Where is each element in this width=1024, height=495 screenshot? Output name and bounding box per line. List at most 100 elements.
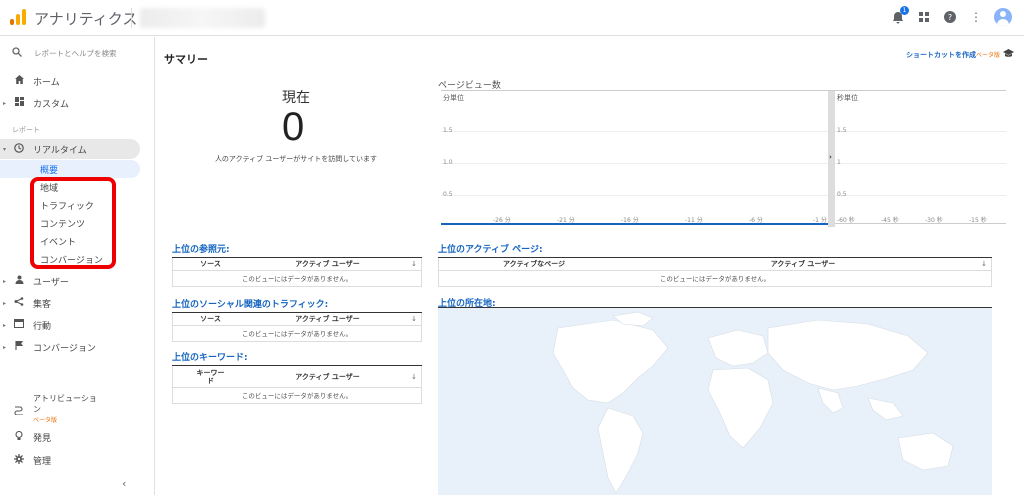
sidebar-item-label: 集客 xyxy=(33,299,52,310)
collapse-sidebar-icon[interactable]: ‹ xyxy=(122,477,126,490)
title-divider xyxy=(131,8,132,28)
now-label: 現在 xyxy=(282,90,310,106)
per-minute-chart: 分単位 1.5 1.0 0.5 -26 分 -21 分 -16 分 -11 分 … xyxy=(441,91,828,227)
expand-caret-icon: ▸ xyxy=(3,343,7,351)
empty-message: このビューにはデータがありません。 xyxy=(438,271,992,287)
sidebar: レポートとヘルプを検索 ホーム ▸ カスタム レポート ▾ リアルタイム 概要 … xyxy=(0,37,155,495)
sidebar-item-behavior[interactable]: ▸ 行動 xyxy=(0,315,155,335)
main-content: サマリー ショートカットを作成ベータ版 現在 0 人のアクティブ ユーザーがサイ… xyxy=(156,37,1024,495)
sidebar-item-label: カスタム xyxy=(33,99,70,110)
empty-message: このビューにはデータがありません。 xyxy=(172,271,422,287)
sort-arrow-icon[interactable]: ↓ xyxy=(407,260,421,268)
sidebar-item-audience[interactable]: ▸ ユーザー xyxy=(0,271,155,291)
table-title: 上位のアクティブ ページ: xyxy=(438,242,992,258)
column-header-keyword[interactable]: キーワー ド xyxy=(173,369,248,385)
column-header-source[interactable]: ソース xyxy=(173,259,248,269)
series-line xyxy=(441,223,828,225)
page-title: サマリー xyxy=(164,53,208,66)
expand-caret-icon: ▸ xyxy=(3,277,7,285)
sidebar-search[interactable]: レポートとヘルプを検索 xyxy=(0,41,155,65)
per-minute-label: 分単位 xyxy=(443,94,464,102)
sidebar-item-label: ホーム xyxy=(33,77,60,88)
sidebar-subitem-overview[interactable]: 概要 xyxy=(0,160,140,178)
top-active-pages-table: 上位のアクティブ ページ: アクティブなページ アクティブ ユーザー ↓ このビ… xyxy=(438,242,992,287)
person-icon xyxy=(13,275,25,287)
per-second-label: 秒単位 xyxy=(837,94,858,102)
create-shortcut-label: ショートカットを作成 xyxy=(905,51,976,59)
analytics-logo-icon[interactable] xyxy=(10,9,26,25)
y-tick-label: 1.5 xyxy=(837,127,847,134)
empty-message: このビューにはデータがありません。 xyxy=(172,326,422,342)
sort-arrow-icon[interactable]: ↓ xyxy=(977,260,991,268)
home-icon xyxy=(13,75,25,87)
sidebar-item-label: ユーザー xyxy=(33,277,69,288)
y-tick-label: 0.5 xyxy=(837,191,847,198)
create-shortcut-link[interactable]: ショートカットを作成ベータ版 xyxy=(906,50,1000,60)
top-social-table: 上位のソーシャル関連のトラフィック: ソース アクティブ ユーザー ↓ このビュ… xyxy=(172,297,422,342)
per-second-chart: 秒単位 1.5 1 0.5 -60 秒 -45 秒 -30 秒 -15 秒 xyxy=(835,91,1006,227)
top-keywords-table: 上位のキーワード: キーワー ド アクティブ ユーザー ↓ このビューにはデータ… xyxy=(172,350,422,404)
apps-grid-icon[interactable] xyxy=(916,9,932,25)
table-title: 上位の参照元: xyxy=(172,242,422,258)
search-icon xyxy=(12,46,24,60)
sidebar-item-label: アトリビューショ xyxy=(33,394,97,403)
clock-icon xyxy=(13,142,25,156)
sidebar-item-label: 管理 xyxy=(33,456,52,467)
svg-text:?: ? xyxy=(948,13,952,22)
y-tick-label: 1.5 xyxy=(443,127,453,134)
sidebar-item-label: コンバージョン xyxy=(33,343,96,354)
section-label-reports: レポート xyxy=(12,126,40,134)
sidebar-item-label: 行動 xyxy=(33,321,52,332)
dashboard-grid-icon xyxy=(13,97,25,109)
y-tick-label: 0.5 xyxy=(443,191,453,198)
pageviews-chart: 分単位 1.5 1.0 0.5 -26 分 -21 分 -16 分 -11 分 … xyxy=(441,90,1006,227)
sidebar-item-label: リアルタイム xyxy=(33,145,87,156)
active-users-description: 人のアクティブ ユーザーがサイトを訪問しています xyxy=(214,155,378,163)
sort-arrow-icon[interactable]: ↓ xyxy=(407,315,421,323)
expand-caret-icon: ▸ xyxy=(3,299,7,307)
table-title: 上位のソーシャル関連のトラフィック: xyxy=(172,297,422,313)
lightbulb-icon xyxy=(13,430,25,444)
help-icon[interactable]: ? xyxy=(942,9,958,25)
notifications-icon[interactable]: 1 xyxy=(890,6,909,25)
sidebar-item-attribution[interactable]: アトリビューショ ン ベータ版 xyxy=(0,393,155,427)
empty-message: このビューにはデータがありません。 xyxy=(172,388,422,404)
sort-arrow-icon[interactable]: ↓ xyxy=(407,373,421,381)
beta-badge: ベータ版 xyxy=(975,52,1000,59)
avatar[interactable] xyxy=(994,8,1012,26)
account-selector[interactable] xyxy=(140,8,265,28)
acquisition-icon xyxy=(13,297,25,309)
world-map[interactable] xyxy=(438,307,992,495)
collapse-caret-icon: ▾ xyxy=(3,145,7,153)
more-vert-icon[interactable]: ⋮ xyxy=(968,9,984,25)
sidebar-item-realtime[interactable]: ▾ リアルタイム xyxy=(0,139,140,159)
sidebar-item-admin[interactable]: 管理 xyxy=(0,450,155,470)
column-header-active-users[interactable]: アクティブ ユーザー xyxy=(248,259,407,269)
graduation-cap-icon[interactable] xyxy=(1003,49,1014,61)
behavior-icon xyxy=(13,319,25,331)
chevron-right-icon: › xyxy=(829,153,832,161)
annotation-highlight-box xyxy=(30,177,116,269)
search-placeholder: レポートとヘルプを検索 xyxy=(34,48,117,58)
column-header-source[interactable]: ソース xyxy=(173,314,248,324)
beta-badge: ベータ版 xyxy=(33,417,58,424)
column-header-active-users[interactable]: アクティブ ユーザー xyxy=(248,372,407,382)
app-title[interactable]: アナリティクス xyxy=(34,8,137,29)
y-tick-label: 1 xyxy=(837,159,841,166)
column-header-active-page[interactable]: アクティブなページ xyxy=(439,259,629,269)
sidebar-item-discover[interactable]: 発見 xyxy=(0,427,155,447)
sidebar-item-home[interactable]: ホーム xyxy=(0,71,155,91)
top-bar: アナリティクス 1 ? ⋮ xyxy=(0,0,1024,36)
sidebar-item-custom[interactable]: ▸ カスタム xyxy=(0,93,155,113)
expand-caret-icon: ▸ xyxy=(3,99,7,107)
y-tick-label: 1.0 xyxy=(443,159,453,166)
sidebar-item-acquisition[interactable]: ▸ 集客 xyxy=(0,293,155,313)
top-referrals-table: 上位の参照元: ソース アクティブ ユーザー ↓ このビューにはデータがありませ… xyxy=(172,242,422,287)
flag-icon xyxy=(13,340,25,353)
chart-pane-divider[interactable]: › xyxy=(828,91,835,227)
column-header-active-users[interactable]: アクティブ ユーザー xyxy=(629,259,977,269)
column-header-active-users[interactable]: アクティブ ユーザー xyxy=(248,314,407,324)
notification-count-badge: 1 xyxy=(900,6,909,15)
sidebar-item-conversions[interactable]: ▸ コンバージョン xyxy=(0,337,155,357)
expand-caret-icon: ▸ xyxy=(3,321,7,329)
